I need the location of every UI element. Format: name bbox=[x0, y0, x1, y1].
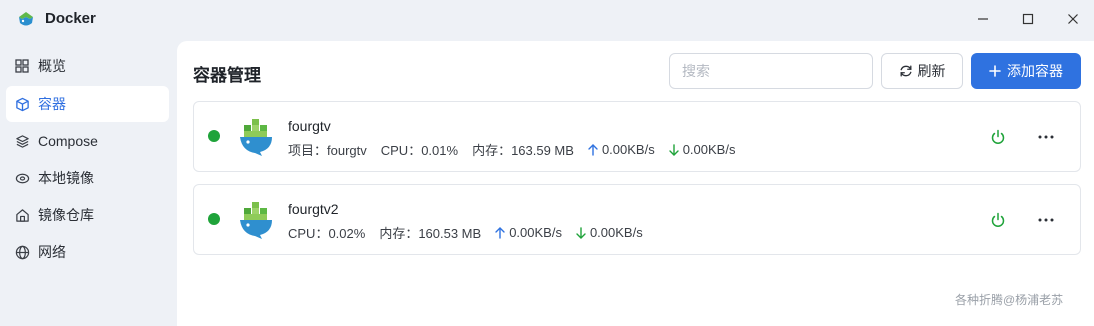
container-cpu: CPU：0.02% bbox=[288, 226, 366, 241]
power-button[interactable] bbox=[988, 210, 1008, 230]
more-icon bbox=[1038, 135, 1054, 139]
container-app-icon bbox=[238, 117, 274, 157]
app-title: Docker bbox=[45, 10, 96, 27]
sidebar-item-compose[interactable]: Compose bbox=[6, 123, 169, 159]
sidebar-item-containers[interactable]: 容器 bbox=[6, 86, 169, 122]
container-download: 0.00KB/s bbox=[576, 225, 643, 240]
close-button[interactable] bbox=[1060, 8, 1086, 30]
docker-logo-icon bbox=[16, 9, 36, 29]
title-bar: Docker bbox=[0, 0, 1094, 40]
sidebar-item-local-images[interactable]: 本地镜像 bbox=[6, 160, 169, 196]
upload-speed: 0.00KB/s bbox=[509, 225, 562, 240]
search-input[interactable] bbox=[669, 53, 873, 89]
container-upload: 0.00KB/s bbox=[588, 142, 655, 157]
cube-icon bbox=[14, 96, 30, 112]
page-title: 容器管理 bbox=[193, 66, 261, 85]
sidebar-item-image-registry[interactable]: 镜像仓库 bbox=[6, 197, 169, 233]
container-upload: 0.00KB/s bbox=[495, 225, 562, 240]
arrow-up-icon bbox=[495, 226, 505, 239]
disk-icon bbox=[14, 170, 30, 186]
add-container-button[interactable]: 添加容器 bbox=[971, 53, 1081, 89]
arrow-down-icon bbox=[669, 143, 679, 156]
plus-icon bbox=[989, 65, 1001, 77]
sidebar-item-label: 网络 bbox=[38, 244, 66, 260]
globe-icon bbox=[14, 244, 30, 260]
minimize-button[interactable] bbox=[970, 8, 996, 30]
sidebar-item-label: 本地镜像 bbox=[38, 170, 94, 186]
layers-icon bbox=[14, 133, 30, 149]
more-options-button[interactable] bbox=[1034, 127, 1058, 147]
container-cpu: CPU：0.01% bbox=[380, 143, 459, 158]
sidebar-item-network[interactable]: 网络 bbox=[6, 234, 169, 270]
home-icon bbox=[14, 207, 30, 223]
container-download: 0.00KB/s bbox=[669, 142, 736, 157]
refresh-label: 刷新 bbox=[917, 63, 946, 79]
container-card[interactable]: fourgtv2 CPU：0.02% 内存：160.53 MB 0.00KB/s bbox=[193, 184, 1081, 255]
container-memory: 内存：160.53 MB bbox=[379, 226, 482, 241]
watermark-text: 各种折腾@杨浦老苏 bbox=[955, 293, 1064, 307]
power-button[interactable] bbox=[988, 127, 1008, 147]
download-speed: 0.00KB/s bbox=[589, 225, 643, 240]
container-stats: CPU：0.02% 内存：160.53 MB 0.00KB/s 0.00KB/s bbox=[288, 223, 657, 242]
more-icon bbox=[1038, 218, 1054, 222]
maximize-button[interactable] bbox=[1015, 8, 1041, 30]
add-container-label: 添加容器 bbox=[1007, 63, 1063, 79]
sidebar-item-label: Compose bbox=[38, 133, 98, 149]
refresh-button[interactable]: 刷新 bbox=[881, 53, 963, 89]
grid-icon bbox=[14, 58, 30, 74]
container-app-icon bbox=[238, 200, 274, 240]
container-card[interactable]: fourgtv 项目：fourgtv CPU：0.01% 内存：163.59 M… bbox=[193, 101, 1081, 172]
more-options-button[interactable] bbox=[1034, 210, 1058, 230]
power-icon bbox=[990, 129, 1006, 145]
container-project: 项目：fourgtv bbox=[288, 143, 367, 158]
refresh-icon bbox=[899, 64, 913, 78]
sidebar-item-overview[interactable]: 概览 bbox=[6, 48, 169, 84]
container-name: fourgtv bbox=[288, 118, 331, 134]
power-icon bbox=[990, 212, 1006, 228]
download-speed: 0.00KB/s bbox=[682, 142, 736, 157]
container-name: fourgtv2 bbox=[288, 201, 339, 217]
upload-speed: 0.00KB/s bbox=[601, 142, 655, 157]
container-stats: 项目：fourgtv CPU：0.01% 内存：163.59 MB 0.00KB… bbox=[288, 140, 749, 159]
sidebar-item-label: 容器 bbox=[38, 96, 66, 112]
arrow-down-icon bbox=[576, 226, 586, 239]
container-memory: 内存：163.59 MB bbox=[472, 143, 574, 158]
sidebar-item-label: 概览 bbox=[38, 58, 66, 74]
arrow-up-icon bbox=[588, 143, 598, 156]
status-running-indicator bbox=[208, 130, 220, 142]
status-running-indicator bbox=[208, 213, 220, 225]
main-panel: 容器管理 刷新 添加容器 bbox=[177, 41, 1094, 326]
sidebar-item-label: 镜像仓库 bbox=[38, 207, 94, 223]
